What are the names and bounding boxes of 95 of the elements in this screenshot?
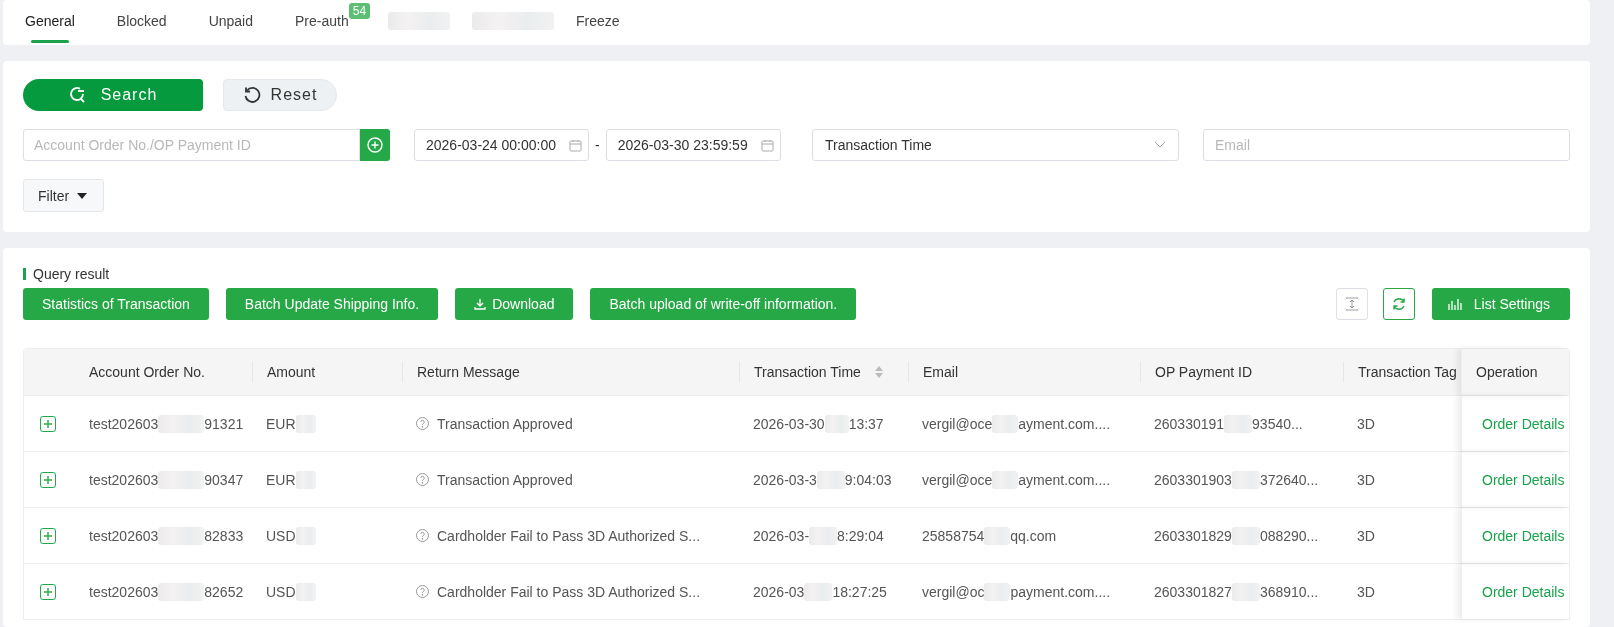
table-cell: 3D: [1357, 583, 1375, 600]
table-cell: 90347: [204, 471, 244, 488]
table-cell: 82652: [204, 583, 244, 600]
table-cell: 2026-03-30: [753, 415, 825, 432]
tab[interactable]: Pre-auth: [295, 0, 349, 45]
question-circle-icon: [416, 529, 429, 542]
expand-row-button[interactable]: [40, 527, 56, 544]
table-cell: Transaction Approved: [437, 471, 573, 488]
plus-icon: [43, 474, 53, 485]
question-circle-icon: [416, 473, 429, 486]
table-cell: EUR: [266, 471, 296, 488]
time-type-select[interactable]: Transaction Time: [812, 129, 1179, 161]
filter-button[interactable]: Filter: [23, 179, 104, 212]
table-cell: 82833: [204, 527, 244, 544]
column-header: Account Order No.: [89, 364, 205, 380]
table-cell: 3D: [1357, 527, 1375, 544]
table-cell: 2603301827: [1154, 583, 1232, 600]
table-cell: Cardholder Fail to Pass 3D Authorized S...: [437, 583, 701, 600]
expand-row-button[interactable]: [40, 471, 56, 488]
bar-chart-icon: [1447, 298, 1462, 310]
table-cell: 9:04:03: [844, 471, 892, 488]
table-cell: 93540...: [1252, 415, 1303, 432]
refresh-icon: [1391, 297, 1406, 311]
table-cell: Transaction Approved: [437, 415, 573, 432]
table-cell: qq.com: [1010, 527, 1057, 544]
table-cell: 372640...: [1259, 471, 1319, 488]
end-date-field[interactable]: 2026-03-30 23:59:59: [605, 129, 781, 161]
search-button[interactable]: Search: [23, 79, 203, 111]
expand-row-button[interactable]: [40, 415, 56, 432]
plus-icon: [43, 530, 53, 541]
table-cell: 2603301903: [1154, 471, 1232, 488]
sort-icon: [874, 366, 883, 378]
table-cell: 18:27:25: [832, 583, 887, 600]
table-cell: 2603301829: [1154, 527, 1232, 544]
table-cell: USD: [266, 527, 296, 544]
table-cell: vergil@oc: [922, 583, 985, 600]
table-cell: 368910...: [1259, 583, 1319, 600]
calendar-icon: [760, 138, 774, 152]
tab[interactable]: Unpaid: [208, 0, 253, 45]
column-header: OP Payment ID: [1155, 364, 1252, 380]
plus-circle-icon: [367, 137, 383, 153]
add-button[interactable]: [360, 129, 390, 161]
table-cell: EUR: [266, 415, 296, 432]
table-cell: Cardholder Fail to Pass 3D Authorized S...: [437, 527, 701, 544]
email-field[interactable]: Email: [1203, 129, 1570, 161]
question-circle-icon: [416, 417, 429, 430]
table-cell: 088290...: [1259, 527, 1319, 544]
table-cell: test202603: [89, 415, 159, 432]
count-badge: 54: [348, 3, 371, 19]
refresh-button[interactable]: [1382, 288, 1415, 320]
table-cell: 260330191: [1154, 415, 1225, 432]
column-header: Email: [923, 364, 958, 380]
table-cell: vergil@oce: [922, 471, 993, 488]
chevron-down-icon: [1154, 141, 1166, 149]
tab[interactable]: General: [25, 0, 75, 45]
table-cell: test202603: [89, 471, 159, 488]
table-cell: 3D: [1357, 471, 1375, 488]
expand-vertical-icon: [1344, 297, 1359, 311]
table-cell: test202603: [89, 527, 159, 544]
table-cell: test202603: [89, 583, 159, 600]
search-icon: [68, 86, 87, 104]
plus-icon: [43, 418, 53, 429]
reset-icon: [242, 86, 261, 104]
table-cell: USD: [266, 583, 296, 600]
expand-row-button[interactable]: [40, 583, 56, 600]
table-cell: vergil@oce: [922, 415, 993, 432]
tab[interactable]: Freeze: [576, 0, 620, 45]
table-cell: ayment.com....: [1018, 415, 1111, 432]
column-header[interactable]: Transaction Time: [754, 364, 883, 380]
calendar-icon: [569, 138, 582, 152]
download-icon: [474, 298, 487, 310]
table-cell: 2026-03-: [753, 527, 810, 544]
reset-button[interactable]: Reset: [223, 79, 337, 111]
column-header: Operation: [1461, 349, 1569, 395]
question-circle-icon: [416, 585, 429, 598]
tab[interactable]: Blocked: [116, 0, 167, 45]
column-header: Amount: [267, 364, 316, 380]
expand-rows-button[interactable]: [1335, 288, 1368, 320]
date-separator: -: [595, 137, 600, 153]
table-cell: 3D: [1357, 415, 1375, 432]
caret-icon: [77, 192, 88, 199]
table-cell: 2026-03: [753, 583, 805, 600]
table-cell: 13:37: [848, 415, 884, 432]
start-date-field[interactable]: 2026-03-24 00:00:00: [414, 129, 589, 161]
table-cell: payment.com....: [1010, 583, 1111, 600]
order-search-field[interactable]: Account Order No./OP Payment ID: [23, 129, 360, 161]
table-cell: ayment.com....: [1018, 471, 1111, 488]
column-header: Return Message: [417, 364, 520, 380]
section-title: Query result: [23, 268, 1570, 280]
column-header: Transaction Tag: [1358, 364, 1457, 380]
table-cell: 25858754: [922, 527, 985, 544]
table-cell: 2026-03-3: [753, 471, 817, 488]
plus-icon: [43, 586, 53, 597]
table-cell: 91321: [204, 415, 244, 432]
table-cell: 8:29:04: [837, 527, 884, 544]
